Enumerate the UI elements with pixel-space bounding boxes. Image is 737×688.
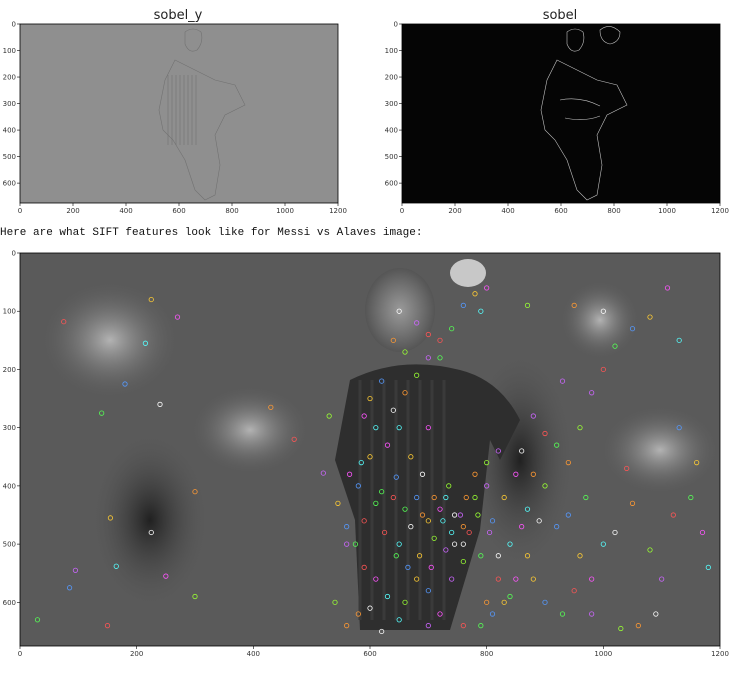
sift-ytick-label: 400 [3, 482, 16, 490]
sobel-y-title: sobel_y [154, 8, 203, 23]
sift-ytick-label: 300 [3, 424, 16, 432]
sift-xtick-label: 400 [247, 650, 260, 658]
sift-xtick-label: 0 [18, 650, 22, 658]
sift-ytick-label: 0 [12, 250, 16, 258]
sobel-y-xtick-label: 400 [119, 207, 132, 215]
sobel-panel: sobel 0 200 400 600 800 1000 1200 0 100 200 300 400… [385, 8, 729, 215]
sobel-xtick-label: 1000 [658, 207, 676, 215]
sift-caption: Here are what SIFT features look like fo… [0, 227, 422, 239]
sobel-ytick-label: 200 [385, 74, 398, 82]
sift-xtick-label: 800 [480, 650, 493, 658]
sobel-ytick-label: 500 [385, 153, 398, 161]
sift-panel: 0 200 400 600 800 1000 1200 0 100 200 300 400 500 600 [3, 250, 729, 659]
sobel-ytick-label: 300 [385, 100, 398, 108]
sobel-y-ytick-label: 500 [3, 153, 16, 161]
sobel-xtick-label: 800 [607, 207, 620, 215]
sift-ytick-label: 600 [3, 599, 16, 607]
sobel-y-ytick-label: 100 [3, 47, 16, 55]
sobel-xtick-label: 0 [400, 207, 404, 215]
sobel-y-xtick-label: 1200 [329, 207, 347, 215]
sift-xtick-label: 1000 [594, 650, 612, 658]
sobel-ytick-label: 400 [385, 127, 398, 135]
sobel-y-xtick-label: 800 [225, 207, 238, 215]
sobel-y-ytick-label: 400 [3, 127, 16, 135]
sift-ytick-label: 500 [3, 541, 16, 549]
sobel-y-ytick-label: 600 [3, 180, 16, 188]
sobel-ytick-label: 100 [385, 47, 398, 55]
sobel-xtick-label: 600 [554, 207, 567, 215]
sobel-y-xtick-label: 600 [172, 207, 185, 215]
sobel-y-xtick-label: 200 [66, 207, 79, 215]
sobel-y-xtick-label: 0 [18, 207, 22, 215]
sobel-ytick-label: 0 [394, 21, 398, 29]
sobel-y-ytick-label: 300 [3, 100, 16, 108]
sobel-y-xtick-label: 1000 [276, 207, 294, 215]
sift-xtick-label: 200 [130, 650, 143, 658]
sift-ytick-label: 100 [3, 308, 16, 316]
sobel-xtick-label: 1200 [711, 207, 729, 215]
sobel-title: sobel [543, 8, 578, 23]
sobel-y-ytick-label: 200 [3, 74, 16, 82]
figure-canvas: sobel_y 0 200 400 600 800 1000 120001002003004… [0, 8, 729, 659]
sobel-xtick-label: 400 [501, 207, 514, 215]
sobel-ytick-label: 600 [385, 180, 398, 188]
sobel-image [402, 24, 720, 203]
sift-xtick-label: 1200 [711, 650, 729, 658]
sift-xtick-label: 600 [363, 650, 376, 658]
sobel-y-ytick-label: 0 [12, 21, 16, 29]
sobel-y-image [20, 24, 338, 203]
sift-ytick-label: 200 [3, 366, 16, 374]
sobel-y-panel: sobel_y 0 200 400 600 800 1000 1200 0 100 200 300 4… [3, 8, 347, 215]
sobel-xtick-label: 200 [448, 207, 461, 215]
